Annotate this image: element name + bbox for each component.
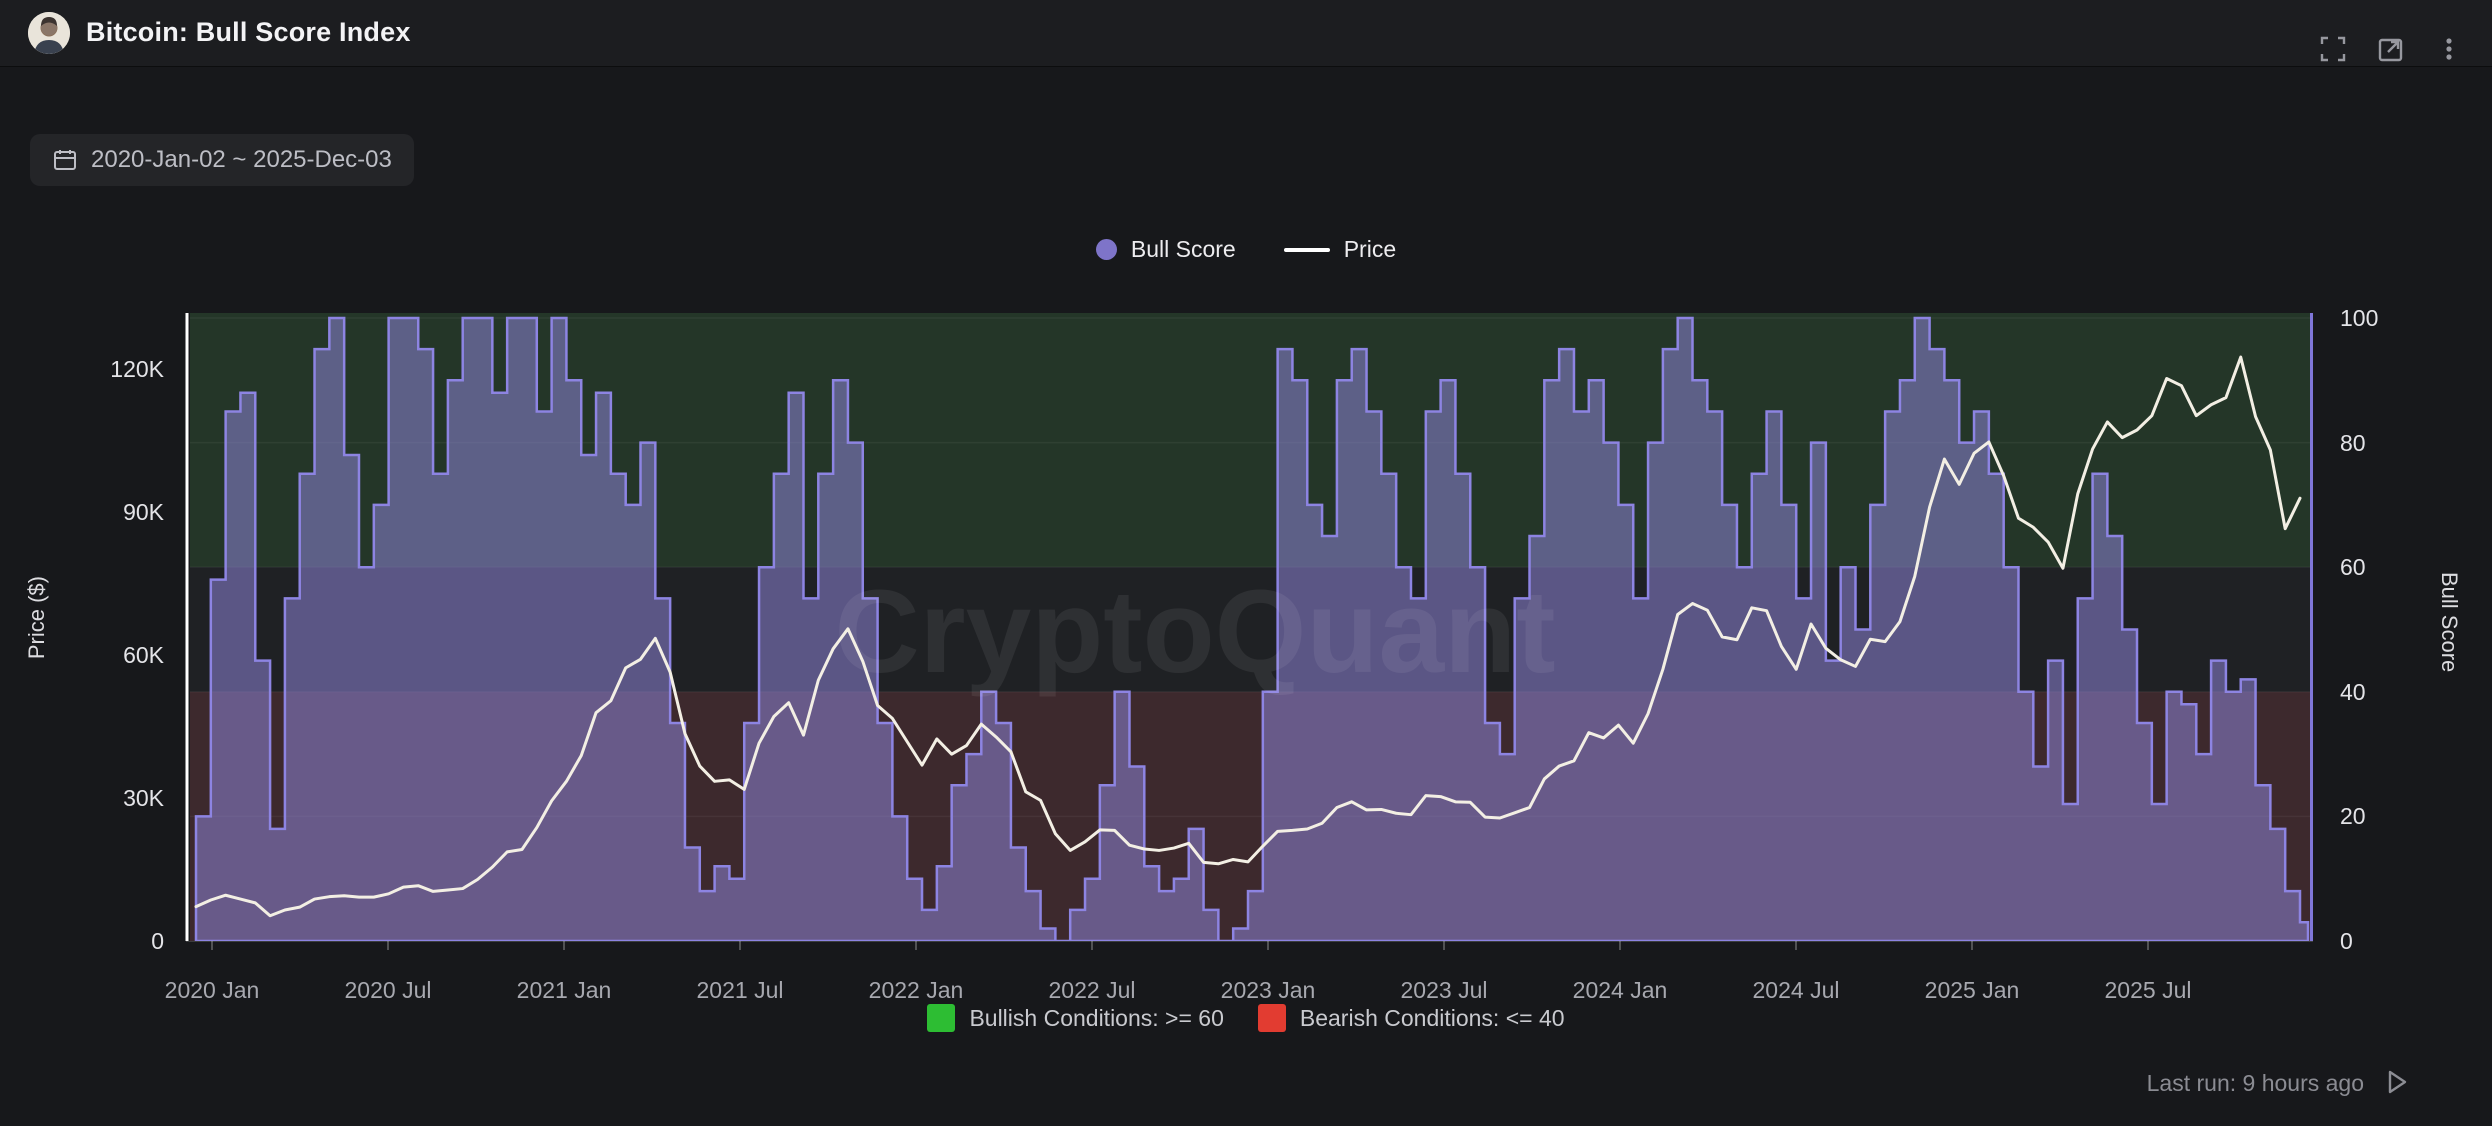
bull-score-axis-tick-label: 60 (2340, 553, 2430, 581)
x-axis-tick-label: 2020 Jan (132, 976, 292, 1004)
last-run-label: Last run: 9 hours ago (2147, 1070, 2364, 1097)
price-axis-tick-label: 60K (52, 641, 164, 669)
x-axis-tick-label: 2025 Jan (1892, 976, 2052, 1004)
bull-score-axis-tick-label: 100 (2340, 304, 2430, 332)
x-axis-tick-label: 2024 Jan (1540, 976, 1700, 1004)
bullish-legend-label: Bullish Conditions: >= 60 (969, 1005, 1223, 1032)
last-run: Last run: 9 hours ago (2147, 1066, 2412, 1101)
x-axis-tick-label: 2021 Jan (484, 976, 644, 1004)
x-axis-tick-label: 2023 Jul (1364, 976, 1524, 1004)
price-axis-title: Price ($) (24, 576, 50, 659)
x-axis-tick-label: 2020 Jul (308, 976, 468, 1004)
run-button[interactable] (2380, 1066, 2412, 1101)
plot-svg[interactable]: CryptoQuant (0, 0, 2492, 1126)
x-axis-tick-label: 2022 Jan (836, 976, 996, 1004)
x-axis-tick-label: 2021 Jul (660, 976, 820, 1004)
bull-score-axis-title: Bull Score (2436, 572, 2462, 672)
price-axis-tick-label: 0 (52, 927, 164, 955)
x-axis-tick-label: 2022 Jul (1012, 976, 1172, 1004)
bull-score-axis-tick-label: 20 (2340, 802, 2430, 830)
zone-legend: Bullish Conditions: >= 60 Bearish Condit… (0, 1004, 2492, 1032)
bull-score-axis-tick-label: 40 (2340, 678, 2430, 706)
bearish-legend-label: Bearish Conditions: <= 40 (1300, 1005, 1565, 1032)
watermark: CryptoQuant (834, 566, 1555, 698)
x-axis-tick-label: 2024 Jul (1716, 976, 1876, 1004)
bull-score-axis-tick-label: 80 (2340, 429, 2430, 457)
bullish-legend-swatch (927, 1004, 955, 1032)
price-axis-tick-label: 30K (52, 784, 164, 812)
price-axis-tick-label: 120K (52, 355, 164, 383)
price-axis-tick-label: 90K (52, 498, 164, 526)
x-axis-tick-label: 2023 Jan (1188, 976, 1348, 1004)
x-axis-tick-label: 2025 Jul (2068, 976, 2228, 1004)
app-window: Bitcoin: Bull Score Index (0, 0, 2492, 1126)
bull-score-axis-tick-label: 0 (2340, 927, 2430, 955)
play-icon (2380, 1066, 2412, 1098)
bearish-legend-swatch (1258, 1004, 1286, 1032)
